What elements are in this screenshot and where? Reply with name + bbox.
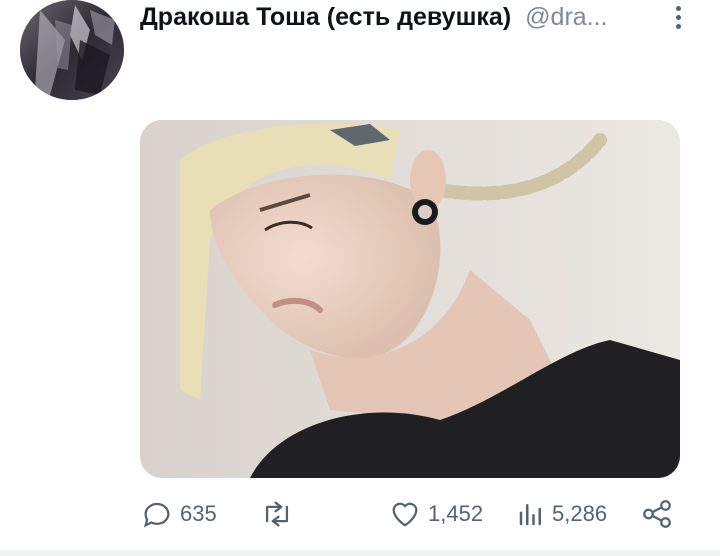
reply-button[interactable]: 635 <box>140 494 217 534</box>
more-vertical-icon[interactable] <box>668 2 688 32</box>
views-icon <box>519 504 541 526</box>
heart-icon <box>392 502 418 527</box>
tweet: Дракоша Тоша (есть девушка) @dra... 635 … <box>0 0 720 556</box>
reply-icon <box>143 502 170 528</box>
share-icon <box>643 500 671 528</box>
like-button[interactable]: 1,452 <box>388 494 483 534</box>
avatar[interactable] <box>20 0 124 100</box>
like-count: 1,452 <box>428 501 484 526</box>
reply-count: 635 <box>180 501 217 526</box>
tweet-header: Дракоша Тоша (есть девушка) @dra... <box>140 0 700 34</box>
action-bar: 635 1,452 5,286 <box>140 494 700 534</box>
display-name[interactable]: Дракоша Тоша (есть девушка) <box>140 3 511 32</box>
divider <box>0 550 720 556</box>
views-button[interactable]: 5,286 <box>516 494 607 534</box>
avatar-image <box>20 0 124 100</box>
share-button[interactable] <box>640 494 674 534</box>
retweet-icon <box>265 501 289 527</box>
user-handle[interactable]: @dra... <box>525 3 607 32</box>
retweet-button[interactable] <box>258 494 302 534</box>
view-count: 5,286 <box>552 501 608 526</box>
tweet-media[interactable] <box>140 120 680 478</box>
photo <box>140 120 680 478</box>
